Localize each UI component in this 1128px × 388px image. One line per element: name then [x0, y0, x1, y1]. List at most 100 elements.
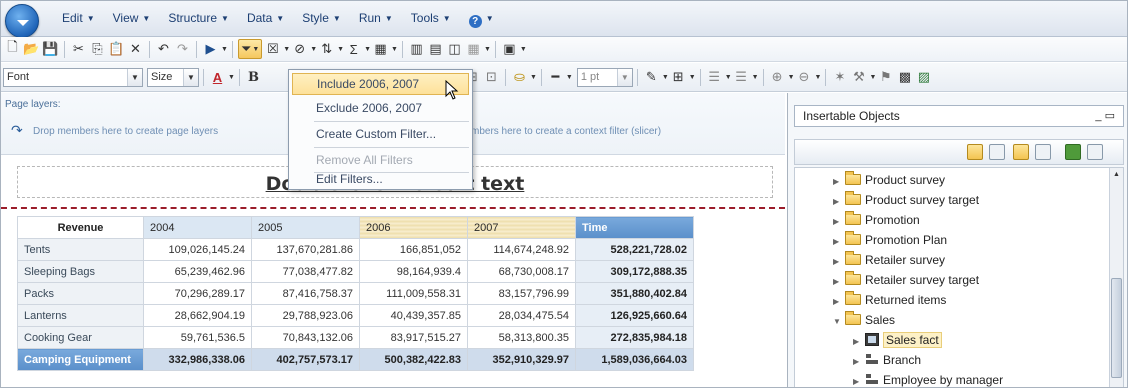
table-cell[interactable]: 68,730,008.17	[467, 260, 576, 283]
column-header-time[interactable]: Time	[575, 216, 694, 239]
font-combo[interactable]: Font ▼	[3, 67, 143, 87]
fill-color-icon[interactable]: ⛀	[511, 67, 528, 87]
padding-icon[interactable]: ⊕	[769, 67, 786, 87]
expand-arrow-icon[interactable]: ▶	[853, 372, 865, 387]
borders-align-icon[interactable]: ⊡	[483, 67, 500, 87]
data-items-tab-icon[interactable]	[989, 144, 1005, 160]
scrollbar-thumb[interactable]	[1111, 278, 1122, 378]
chevron-down-icon[interactable]: ▼	[662, 74, 669, 81]
menu-item-edit-filters[interactable]: Edit Filters...	[292, 169, 469, 189]
expand-arrow-icon[interactable]: ▶	[833, 292, 845, 312]
insert-chart-icon[interactable]: ▥	[408, 39, 425, 59]
clear-style-icon[interactable]: ⚑	[877, 67, 894, 87]
table-cell[interactable]: 98,164,939.4	[359, 260, 468, 283]
table-cell[interactable]: 87,416,758.37	[251, 282, 360, 305]
run-report-icon[interactable]: ▶	[202, 39, 219, 59]
explain-icon[interactable]: ⊘	[291, 39, 308, 59]
column-header-2005[interactable]: 2005	[251, 216, 360, 239]
column-header-2006[interactable]: 2006	[359, 216, 468, 239]
row-header[interactable]: Packs	[17, 282, 144, 305]
scroll-up-icon[interactable]: ▲	[1111, 169, 1122, 180]
expand-arrow-icon[interactable]: ▶	[833, 232, 845, 252]
chevron-down-icon[interactable]: ▼	[788, 74, 795, 81]
insert-graphic-icon[interactable]: ▦	[465, 39, 482, 59]
chevron-down-icon[interactable]: ▼	[530, 74, 537, 81]
table-cell[interactable]: 65,239,462.96	[143, 260, 252, 283]
menu-item-include-filter[interactable]: Include 2006, 2007	[292, 73, 469, 95]
refresh-icon[interactable]	[1087, 144, 1103, 160]
chevron-down-icon[interactable]: ▼	[337, 46, 344, 53]
new-document-icon[interactable]: 🗋	[4, 39, 21, 59]
line-style-icon[interactable]: ━	[547, 67, 564, 87]
expand-arrow-icon[interactable]: ▶	[833, 252, 845, 272]
summary-cell[interactable]: 500,382,422.83	[359, 348, 468, 371]
tree-node-sales-fact[interactable]: ▶ Sales fact	[853, 330, 942, 350]
size-combo[interactable]: Size ▼	[147, 67, 199, 87]
row-header[interactable]: Tents	[17, 238, 144, 261]
column-header-2004[interactable]: 2004	[143, 216, 252, 239]
chevron-down-icon[interactable]: ▼	[221, 46, 228, 53]
tree-node-retailer-survey[interactable]: ▶ Retailer survey	[833, 250, 945, 270]
tools-icon[interactable]: ✶	[831, 67, 848, 87]
layout-icon[interactable]: ▣	[501, 39, 518, 59]
expand-arrow-icon[interactable]: ▶	[853, 332, 865, 352]
table-cell[interactable]: 83,157,796.99	[467, 282, 576, 305]
expand-arrow-icon[interactable]: ▶	[833, 172, 845, 192]
tree-node-promotion[interactable]: ▶ Promotion	[833, 210, 920, 230]
table-cell[interactable]: 166,851,052	[359, 238, 468, 261]
chevron-down-icon[interactable]: ▼	[391, 46, 398, 53]
tree-scrollbar[interactable]: ▲	[1109, 168, 1123, 387]
tree-node-retailer-survey-target[interactable]: ▶ Retailer survey target	[833, 270, 979, 290]
tree-view-icon[interactable]	[1035, 144, 1051, 160]
total-cell[interactable]: 351,880,402.84	[575, 282, 694, 305]
table-cell[interactable]: 58,313,800.35	[467, 326, 576, 349]
menu-tools[interactable]: Tools ▼	[402, 11, 460, 28]
chevron-down-icon[interactable]: ▼	[815, 74, 822, 81]
total-cell[interactable]: 528,221,728.02	[575, 238, 694, 261]
total-cell[interactable]: 272,835,984.18	[575, 326, 694, 349]
line-width-combo[interactable]: 1 pt ▼	[576, 67, 633, 87]
chevron-down-icon[interactable]: ▼	[364, 46, 371, 53]
panel-window-controls[interactable]: _ ▭	[1095, 106, 1115, 126]
total-cell[interactable]: 126,925,660.64	[575, 304, 694, 327]
row-header[interactable]: Lanterns	[17, 304, 144, 327]
chevron-down-icon[interactable]: ▼	[484, 46, 491, 53]
tree-node-employee-by-manager[interactable]: ▶ Employee by manager	[853, 370, 1003, 387]
table-cell[interactable]: 28,662,904.19	[143, 304, 252, 327]
table-cell[interactable]: 109,026,145.24	[143, 238, 252, 261]
sort-icon[interactable]: ⇅	[318, 39, 335, 59]
table-style-icon[interactable]: ▨	[915, 67, 932, 87]
borders-icon[interactable]: ⊞	[670, 67, 687, 87]
copy-icon[interactable]: ⎘	[89, 39, 106, 59]
indent-icon[interactable]: ☰	[706, 67, 723, 87]
table-cell[interactable]: 114,674,248.92	[467, 238, 576, 261]
save-icon[interactable]: 💾	[42, 39, 59, 59]
paste-icon[interactable]: 📋	[108, 39, 125, 59]
summarize-icon[interactable]: Σ	[345, 39, 362, 59]
row-header[interactable]: Sleeping Bags	[17, 260, 144, 283]
filter-button[interactable]: ⏷ ▼	[237, 39, 263, 59]
open-folder-icon[interactable]: 📂	[23, 39, 40, 59]
redo-icon[interactable]: ↷	[174, 39, 191, 59]
summary-cell[interactable]: 332,986,338.06	[143, 348, 252, 371]
application-menu-button[interactable]	[5, 4, 39, 38]
table-cell[interactable]: 83,917,515.27	[359, 326, 468, 349]
expand-arrow-icon[interactable]: ▶	[833, 192, 845, 212]
tree-node-product-survey-target[interactable]: ▶ Product survey target	[833, 190, 979, 210]
table-cell[interactable]: 40,439,357.85	[359, 304, 468, 327]
total-cell[interactable]: 309,172,888.35	[575, 260, 694, 283]
table-cell[interactable]: 29,788,923.06	[251, 304, 360, 327]
suppress-icon[interactable]: ☒	[264, 39, 281, 59]
column-header-2007[interactable]: 2007	[467, 216, 576, 239]
menu-edit[interactable]: Edit ▼	[53, 11, 104, 28]
collapse-arrow-icon[interactable]: ▼	[833, 312, 845, 332]
bold-button[interactable]: B	[245, 67, 262, 87]
chevron-down-icon[interactable]: ▼	[228, 74, 235, 81]
table-cell[interactable]: 70,843,132.06	[251, 326, 360, 349]
menu-run[interactable]: Run ▼	[350, 11, 402, 28]
menu-view[interactable]: View ▼	[104, 11, 160, 28]
chevron-down-icon[interactable]: ▼	[689, 74, 696, 81]
tree-node-sales[interactable]: ▼ Sales	[833, 310, 895, 330]
summary-cell[interactable]: 402,757,573.17	[251, 348, 360, 371]
menu-style[interactable]: Style ▼	[293, 11, 350, 28]
